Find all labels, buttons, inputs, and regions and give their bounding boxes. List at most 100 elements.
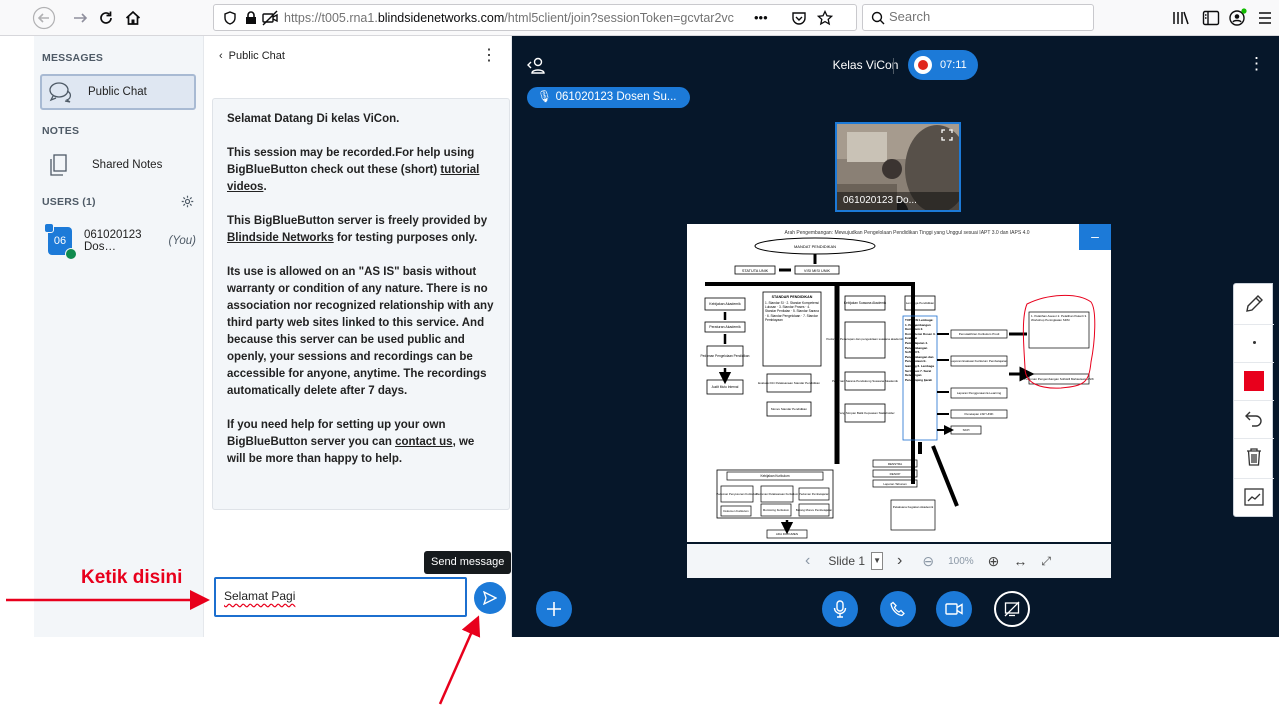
fullscreen-icon[interactable] [941, 129, 953, 141]
color-tool-button[interactable] [1234, 362, 1274, 398]
fullscreen-slide-icon[interactable]: ⤢ [1041, 554, 1051, 569]
chat-title: Public Chat [228, 50, 285, 62]
options-kebab-icon[interactable]: ⋮ [1248, 54, 1265, 74]
minimize-presentation-button[interactable]: – [1079, 224, 1111, 250]
pencil-tool-button[interactable] [1234, 286, 1274, 322]
hamburger-menu-icon[interactable] [1257, 11, 1273, 25]
welcome-line-3: This BigBlueButton server is freely prov… [227, 213, 495, 247]
screen-share-off-icon [1004, 601, 1020, 617]
slide-left-box: Kebijakan Akademik [709, 302, 741, 306]
url-text[interactable]: https://t005.rna1.blindsidenetworks.com/… [284, 11, 744, 25]
talking-indicator[interactable]: 🎙 061020123 Dosen Su... [527, 87, 690, 108]
public-chat-item[interactable]: Public Chat [40, 74, 196, 110]
pocket-icon[interactable] [791, 10, 807, 26]
webcam-button[interactable] [936, 591, 972, 627]
home-button[interactable] [120, 5, 146, 31]
bookmark-star-icon[interactable] [817, 10, 833, 26]
webcam-user-name: 061020123 Do... [837, 192, 959, 210]
shield-icon[interactable] [223, 11, 237, 25]
users-title: USERS (1) [42, 196, 96, 208]
room-title: Kelas ViCon [512, 58, 1279, 72]
zoom-level: 100% [948, 555, 974, 567]
pencil-icon [1246, 295, 1263, 312]
welcome-message: Selamat Datang Di kelas ViCon. This sess… [212, 98, 510, 510]
userlist-panel: MESSAGES Public Chat NOTES Shared Notes … [34, 36, 204, 637]
public-chat-label: Public Chat [88, 86, 147, 98]
camera-permission-icon[interactable] [262, 10, 278, 26]
slide-dokumen: Dokumen Kurikulum [723, 509, 749, 513]
whiteboard-toolbar [1233, 283, 1274, 517]
library-icon[interactable] [1172, 10, 1190, 26]
contact-us-link[interactable]: contact us [395, 436, 453, 448]
previous-slide-icon[interactable]: ‹ [805, 552, 810, 570]
account-icon[interactable] [1228, 8, 1248, 26]
you-label: (You) [168, 235, 197, 247]
forward-button[interactable] [67, 5, 93, 31]
shared-notes-label: Shared Notes [92, 159, 163, 171]
bigbluebutton-app: MESSAGES Public Chat NOTES Shared Notes … [34, 36, 1279, 637]
thickness-tool-button[interactable] [1234, 324, 1274, 360]
phone-audio-button[interactable] [880, 591, 916, 627]
slide-evaluasi: Evaluasi Diri Pelaksanaan Standar Pendid… [758, 381, 820, 385]
slide-dropdown-arrow-icon[interactable]: ▼ [871, 552, 884, 570]
blindside-networks-link[interactable]: Blindside Networks [227, 232, 334, 244]
color-swatch-icon [1244, 370, 1264, 391]
presenter-badge-icon [44, 223, 54, 233]
page-actions-icon[interactable]: ••• [754, 10, 768, 25]
microphone-button[interactable] [822, 591, 858, 627]
url-domain: blindsidenetworks.com [377, 11, 505, 25]
presentation-slide[interactable]: Arah Pengembangan: Mewujudkan Pengelolaa… [687, 224, 1111, 542]
user-item-self[interactable]: 06 061020123 Dos… (You) [40, 222, 196, 260]
zoom-in-icon[interactable]: ⊕ [988, 553, 1000, 570]
slide-right-box: Laporan Penggunaan E-Learning [957, 391, 1002, 395]
webcam-video[interactable]: 061020123 Do... [835, 122, 961, 212]
next-slide-icon[interactable]: › [897, 552, 902, 570]
search-input[interactable] [889, 9, 1079, 24]
shared-notes-item[interactable]: Shared Notes [40, 147, 196, 183]
welcome-line-2: This session may be recorded.For help us… [227, 145, 495, 196]
multi-user-button[interactable] [1234, 478, 1274, 514]
welcome-text: This BigBlueButton server is freely prov… [227, 215, 488, 227]
chat-header[interactable]: ‹ Public Chat [219, 50, 285, 62]
slide-selector-label[interactable]: Slide 1 [828, 554, 865, 568]
slide-top-label: MANDAT PENDIDIKAN [794, 244, 836, 249]
welcome-line-5: If you need help for setting up your own… [227, 417, 495, 468]
reload-button[interactable] [93, 5, 119, 31]
share-screen-button[interactable] [994, 591, 1030, 627]
microphone-icon: 🎙 [537, 91, 552, 103]
chat-input-value: Selamat Pagi [224, 589, 296, 603]
send-message-button[interactable] [474, 582, 506, 614]
forward-arrow-icon [74, 13, 88, 23]
slide-lembaga: Lembaga Pendidikan [906, 301, 935, 305]
mic-status-icon [65, 248, 77, 260]
chat-message-input[interactable]: Selamat Pagi [214, 577, 467, 617]
undo-button[interactable] [1234, 400, 1274, 436]
slide-right-box: Penetapan LSP UNIK [965, 412, 994, 416]
slide-pelaksana: Pelaksana Kegiatan Akademik [893, 505, 934, 509]
search-bar[interactable] [862, 4, 1094, 31]
user-name: 061020123 Dos… [84, 229, 142, 253]
clear-button[interactable] [1234, 438, 1274, 474]
url-bar[interactable]: https://t005.rna1.blindsidenetworks.com/… [213, 4, 857, 31]
zoom-out-icon[interactable]: ⊖ [922, 553, 934, 570]
slide-kebijakan-kurikulum: Kebijakan Kurikulum [760, 474, 789, 478]
recording-indicator[interactable]: 07:11 [908, 50, 978, 80]
title-divider [893, 58, 894, 74]
lock-icon[interactable] [245, 11, 257, 25]
undo-icon [1245, 411, 1262, 427]
record-icon [914, 56, 932, 74]
slide-right-box: Laporan Evaluasi Kurikulum Pembelajaran [951, 359, 1008, 363]
back-button[interactable] [31, 5, 57, 31]
user-options-gear-icon[interactable] [181, 195, 194, 208]
fit-width-icon[interactable]: ↔ [1013, 553, 1027, 569]
actions-plus-button[interactable] [536, 591, 572, 627]
slide-left-box: Peraturan Akademik [709, 325, 741, 329]
notes-title: NOTES [42, 125, 80, 137]
back-arrow-icon [32, 6, 56, 30]
chat-options-kebab-icon[interactable]: ⋮ [481, 48, 497, 64]
slide-far-box: Pedoman Pengembangan Softskill Mahasiswa… [1024, 377, 1094, 381]
welcome-line-1: Selamat Datang Di kelas ViCon. [227, 113, 400, 125]
slide-renop: RENOP [890, 472, 901, 476]
slide-pedoman-kurikulum: Pedoman Pembelajaran [799, 492, 829, 496]
sidebar-icon[interactable] [1202, 10, 1220, 26]
